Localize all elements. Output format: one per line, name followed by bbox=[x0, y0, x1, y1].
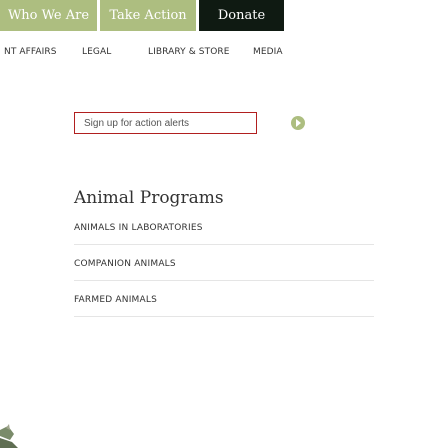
subnav-item-government-affairs[interactable]: NT AFFAIRS bbox=[4, 47, 57, 57]
divider bbox=[74, 280, 374, 281]
program-link-companion[interactable]: COMPANION ANIMALS bbox=[74, 259, 176, 269]
nav-take-action-button[interactable]: Take Action bbox=[100, 0, 196, 31]
nav-who-we-are-button[interactable]: Who We Are bbox=[0, 0, 97, 31]
subnav-item-legal[interactable]: LEGAL bbox=[82, 47, 111, 57]
subnav-item-library-store[interactable]: LIBRARY & STORE bbox=[148, 47, 230, 57]
top-nav: Who We Are Take Action Donate bbox=[0, 0, 448, 31]
divider bbox=[74, 244, 374, 245]
program-link-laboratories[interactable]: ANIMALS IN LABORATORIES bbox=[74, 223, 203, 233]
subnav-item-media[interactable]: MEDIA bbox=[253, 47, 283, 57]
partial-photo-graphic bbox=[0, 424, 18, 448]
partial-photo-image bbox=[0, 416, 30, 448]
programs-heading: Animal Programs bbox=[74, 188, 224, 208]
divider bbox=[74, 316, 374, 317]
program-link-farmed[interactable]: FARMED ANIMALS bbox=[74, 295, 157, 305]
nav-donate-button[interactable]: Donate bbox=[199, 0, 284, 31]
arrow-right-icon[interactable] bbox=[291, 116, 305, 130]
action-alerts-label: Sign up for action alerts bbox=[84, 118, 190, 129]
action-alerts-signup-field[interactable]: Sign up for action alerts bbox=[74, 112, 257, 134]
